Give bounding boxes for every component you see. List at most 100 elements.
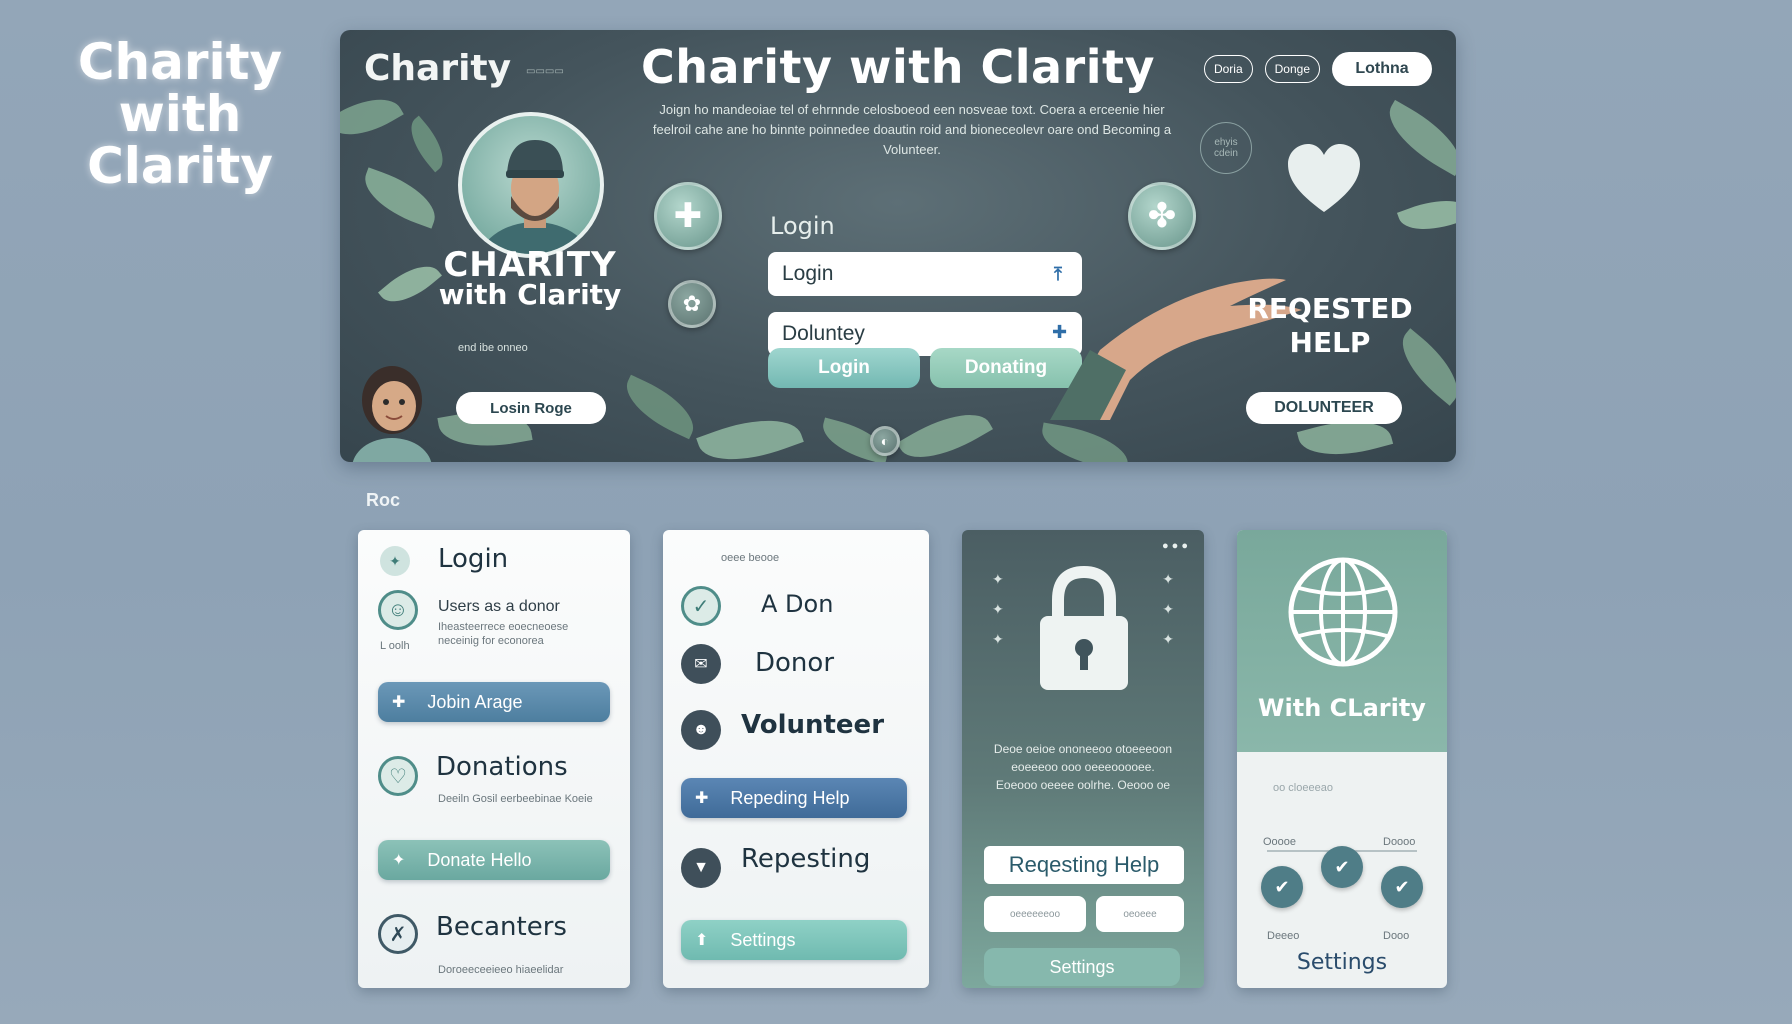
donations-description: Deeiln Gosil eerbeebinae Koeie bbox=[438, 793, 593, 805]
donor-icon: ☺ bbox=[378, 590, 418, 630]
role-icon-3: ☻ bbox=[681, 710, 721, 750]
plus-icon: ✚ bbox=[695, 790, 709, 807]
role-item-donor[interactable]: Donor bbox=[755, 648, 834, 678]
role-item-1[interactable]: A Don bbox=[761, 590, 833, 618]
add-icon-button[interactable]: ✚ bbox=[654, 182, 722, 250]
becanters-title: Becanters bbox=[436, 912, 567, 942]
hero-nav: Doria Donge Lothna bbox=[1203, 52, 1432, 86]
volunteer-button[interactable]: DOLUNTEER bbox=[1246, 392, 1402, 424]
becanters-icon: ✗ bbox=[378, 914, 418, 954]
nav-item-2[interactable]: Donge bbox=[1264, 55, 1320, 83]
check-icon: ✔ bbox=[1394, 876, 1410, 897]
security-description: Deoe oeioe ononeeoo otoeeeoon eoeeeoo oo… bbox=[993, 742, 1173, 792]
left-side-icons: ✦ ✦ ✦ bbox=[992, 571, 1004, 647]
check-icon: ✔ bbox=[1334, 856, 1350, 877]
hero-logo-line1: CHARITY bbox=[443, 245, 617, 285]
role-icon-1: ✓ bbox=[681, 586, 721, 626]
requested-help-heading: REQESTED HELP bbox=[1240, 292, 1420, 360]
option-pill-2[interactable]: oeoeee bbox=[1096, 896, 1184, 932]
clover-icon: ✤ bbox=[1147, 197, 1177, 235]
donations-heart-icon: ♡ bbox=[378, 756, 418, 796]
hero-description: Joign ho mandeoiae tel of ehrnnde celosb… bbox=[652, 102, 1172, 157]
hero-small-text: end ibe onneo bbox=[458, 342, 528, 354]
corner-logo-line2: with Clarity bbox=[87, 85, 273, 195]
leaf-decoration bbox=[1377, 99, 1456, 177]
nav-item-1[interactable]: Doria bbox=[1203, 55, 1253, 83]
roles-tiny-text: oeee beooe bbox=[721, 552, 780, 564]
status-icons: ● ● ● bbox=[1161, 540, 1188, 552]
nav-login-button[interactable]: Lothna bbox=[1332, 52, 1432, 86]
leaf-decoration bbox=[356, 167, 444, 229]
hero-banner: Charity ▭▭▭▭ Charity with Clarity Doria … bbox=[340, 30, 1456, 462]
globe-settings-label[interactable]: Settings bbox=[1237, 950, 1447, 975]
girl-illustration-icon bbox=[352, 366, 432, 462]
corner-logo: Charity with Clarity bbox=[40, 36, 320, 192]
donate-help-button-label: Donate Hello bbox=[427, 849, 532, 870]
leaf-decoration bbox=[897, 397, 993, 462]
timeline-pin-2[interactable]: ✔ bbox=[1321, 846, 1363, 888]
requesting-help-button[interactable]: ✚ Repeding Help bbox=[681, 778, 907, 818]
corner-logo-line1: Charity bbox=[77, 33, 283, 91]
leaf-icon-button[interactable]: ✿ bbox=[668, 280, 716, 328]
login-tiny-label: L oolh bbox=[380, 640, 410, 652]
avatar-illustration-icon bbox=[479, 140, 591, 254]
hero-logo-line2: with Clarity bbox=[438, 278, 622, 311]
requesting-help-white-button[interactable]: Reqesting Help bbox=[984, 846, 1184, 884]
leaf-decoration bbox=[1037, 422, 1133, 462]
option-pill-1[interactable]: oeeeeeeoo bbox=[984, 896, 1086, 932]
plus-icon: ✚ bbox=[673, 197, 703, 235]
heart-icon bbox=[1288, 144, 1360, 212]
timeline-label-4: Dooo bbox=[1383, 930, 1410, 942]
requested-help-line2: HELP bbox=[1289, 326, 1371, 359]
globe-icon bbox=[1288, 557, 1398, 667]
settings-button[interactable]: ⬆ Settings bbox=[681, 920, 907, 960]
leaf-decoration bbox=[1396, 188, 1456, 242]
sprout-icon: ◐ bbox=[880, 433, 890, 449]
login-subtitle: Users as a donor bbox=[438, 598, 560, 615]
check-icon: ✔ bbox=[1274, 876, 1290, 897]
leaf-decoration bbox=[616, 374, 704, 440]
login-title: Login bbox=[438, 544, 509, 574]
hero-left-button[interactable]: Losin Roge bbox=[456, 392, 606, 424]
card-globe: With CLarity oo cloeeeao Ooooe Doooo ✔ ✔… bbox=[1237, 530, 1447, 988]
donations-title: Donations bbox=[436, 752, 568, 782]
login-card-icon: ✦ bbox=[380, 546, 410, 576]
role-item-volunteer[interactable]: Volunteer bbox=[741, 710, 884, 740]
settings-button-label: Settings bbox=[730, 929, 796, 950]
globe-card-title: With CLarity bbox=[1258, 694, 1426, 722]
leaf-decoration bbox=[696, 404, 804, 462]
bottom-icon-button[interactable]: ◐ bbox=[870, 426, 900, 456]
requested-help-line1: REQESTED bbox=[1247, 292, 1413, 325]
avatar bbox=[458, 112, 604, 258]
role-item-repesting[interactable]: Repesting bbox=[741, 844, 870, 874]
role-icon-2: ✉ bbox=[681, 644, 721, 684]
security-settings-button[interactable]: Settings bbox=[984, 948, 1180, 986]
arrow-up-icon: ⬆ bbox=[695, 932, 709, 949]
join-button[interactable]: ✚ Jobin Arage bbox=[378, 682, 610, 722]
requesting-help-button-label: Repeding Help bbox=[730, 787, 850, 808]
gift-icon: ✦ bbox=[392, 852, 406, 869]
donate-help-button[interactable]: ✦ Donate Hello bbox=[378, 840, 610, 880]
hero-logo: CHARITY with Clarity bbox=[430, 245, 630, 311]
leaf-icon: ✿ bbox=[682, 291, 702, 316]
timeline-pin-1[interactable]: ✔ bbox=[1261, 866, 1303, 908]
person-icon: ✚ bbox=[392, 694, 406, 711]
globe-header: With CLarity bbox=[1237, 530, 1447, 752]
timeline-label-1: Ooooe bbox=[1263, 836, 1297, 848]
lock-icon bbox=[1040, 565, 1128, 690]
section-label: Roc bbox=[366, 490, 401, 510]
leaf-decoration bbox=[340, 84, 404, 150]
card-login: ✦ Login ☺ Users as a donor Iheasteerrece… bbox=[358, 530, 630, 988]
role-icon-4: ▼ bbox=[681, 848, 721, 888]
login-form-heading: Login bbox=[770, 212, 835, 240]
timeline-label-2: Doooo bbox=[1383, 836, 1416, 848]
stamp-badge: ehyis cdein bbox=[1200, 122, 1252, 174]
login-input[interactable] bbox=[768, 252, 1082, 296]
timeline-pin-3[interactable]: ✔ bbox=[1381, 866, 1423, 908]
timeline-label-3: Deeeo bbox=[1267, 930, 1300, 942]
leaf-decoration bbox=[400, 115, 454, 173]
becanters-description: Doroeeceeieeo hiaeelidar bbox=[438, 964, 564, 976]
right-side-icons: ✦ ✦ ✦ bbox=[1162, 571, 1174, 647]
login-button[interactable]: Login bbox=[768, 348, 920, 388]
login-description: Iheasteerrece eoecneoese neceinig for ec… bbox=[438, 621, 569, 647]
